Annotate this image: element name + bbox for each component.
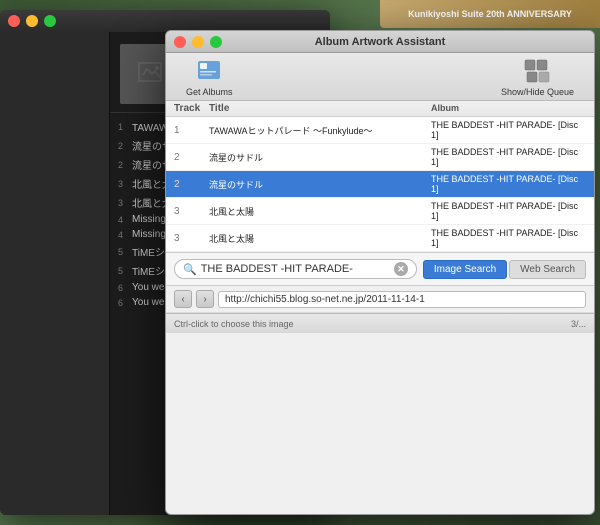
itunes-sidebar xyxy=(0,32,110,515)
main-titlebar: Album Artwork Assistant xyxy=(166,31,594,53)
search-clear-button[interactable]: ✕ xyxy=(394,262,408,276)
col-header-album: Album xyxy=(431,103,586,114)
table-row[interactable]: 2 流星のサドル THE BADDEST -HIT PARADE- [Disc … xyxy=(166,144,594,171)
col-header-track: Track xyxy=(174,103,209,114)
forward-button[interactable]: › xyxy=(196,290,214,308)
table-row[interactable]: 1 TAWAWAヒットパレード 〜Funkylude〜 THE BADDEST … xyxy=(166,117,594,144)
queue-icon xyxy=(523,56,551,84)
url-bar: http://chichi55.blog.so-net.ne.jp/2011-1… xyxy=(218,291,586,308)
browser-area: ‹ › http://chichi55.blog.so-net.ne.jp/20… xyxy=(166,286,594,313)
itunes-titlebar xyxy=(0,10,330,32)
tab-image-search[interactable]: Image Search xyxy=(423,260,507,279)
window-title: Album Artwork Assistant xyxy=(315,36,446,48)
search-input[interactable] xyxy=(201,263,390,275)
search-icon: 🔍 xyxy=(183,263,197,276)
page-indicator: 3/... xyxy=(571,319,586,329)
status-hint: Ctrl-click to choose this image xyxy=(174,319,294,329)
main-close-button[interactable] xyxy=(174,36,186,48)
top-banner-text: Kunikiyoshi Suite 20th ANNIVERSARY xyxy=(408,9,572,19)
main-minimize-button[interactable] xyxy=(192,36,204,48)
main-window: Album Artwork Assistant Get Albums xyxy=(165,30,595,515)
tab-web-search[interactable]: Web Search xyxy=(509,260,586,279)
track-table: Track Title Album 1 TAWAWAヒットパレード 〜Funky… xyxy=(166,101,594,253)
col-header-title: Title xyxy=(209,103,431,114)
get-albums-button[interactable]: Get Albums xyxy=(178,52,241,101)
search-bar: 🔍 ✕ Image Search Web Search xyxy=(166,253,594,286)
status-bar: Ctrl-click to choose this image 3/... xyxy=(166,313,594,333)
get-albums-icon xyxy=(195,56,223,84)
table-row[interactable]: 2 流星のサドル THE BADDEST -HIT PARADE- [Disc … xyxy=(166,171,594,198)
main-toolbar: Get Albums Show/Hide Queue xyxy=(166,53,594,101)
close-button[interactable] xyxy=(8,15,20,27)
search-input-wrapper: 🔍 ✕ xyxy=(174,259,417,279)
minimize-button[interactable] xyxy=(26,15,38,27)
get-albums-label: Get Albums xyxy=(186,87,233,97)
top-banner: Kunikiyoshi Suite 20th ANNIVERSARY xyxy=(380,0,600,28)
search-tabs: Image Search Web Search xyxy=(423,260,586,279)
main-maximize-button[interactable] xyxy=(210,36,222,48)
table-row[interactable]: 3 北風と太陽 THE BADDEST -HIT PARADE- [Disc 1… xyxy=(166,198,594,225)
maximize-button[interactable] xyxy=(44,15,56,27)
browser-nav: ‹ › http://chichi55.blog.so-net.ne.jp/20… xyxy=(166,286,594,313)
table-row[interactable]: 3 北風と太陽 THE BADDEST -HIT PARADE- [Disc 1… xyxy=(166,225,594,252)
show-hide-queue-button[interactable]: Show/Hide Queue xyxy=(493,52,582,101)
show-hide-queue-label: Show/Hide Queue xyxy=(501,87,574,97)
back-button[interactable]: ‹ xyxy=(174,290,192,308)
table-header: Track Title Album xyxy=(166,101,594,117)
